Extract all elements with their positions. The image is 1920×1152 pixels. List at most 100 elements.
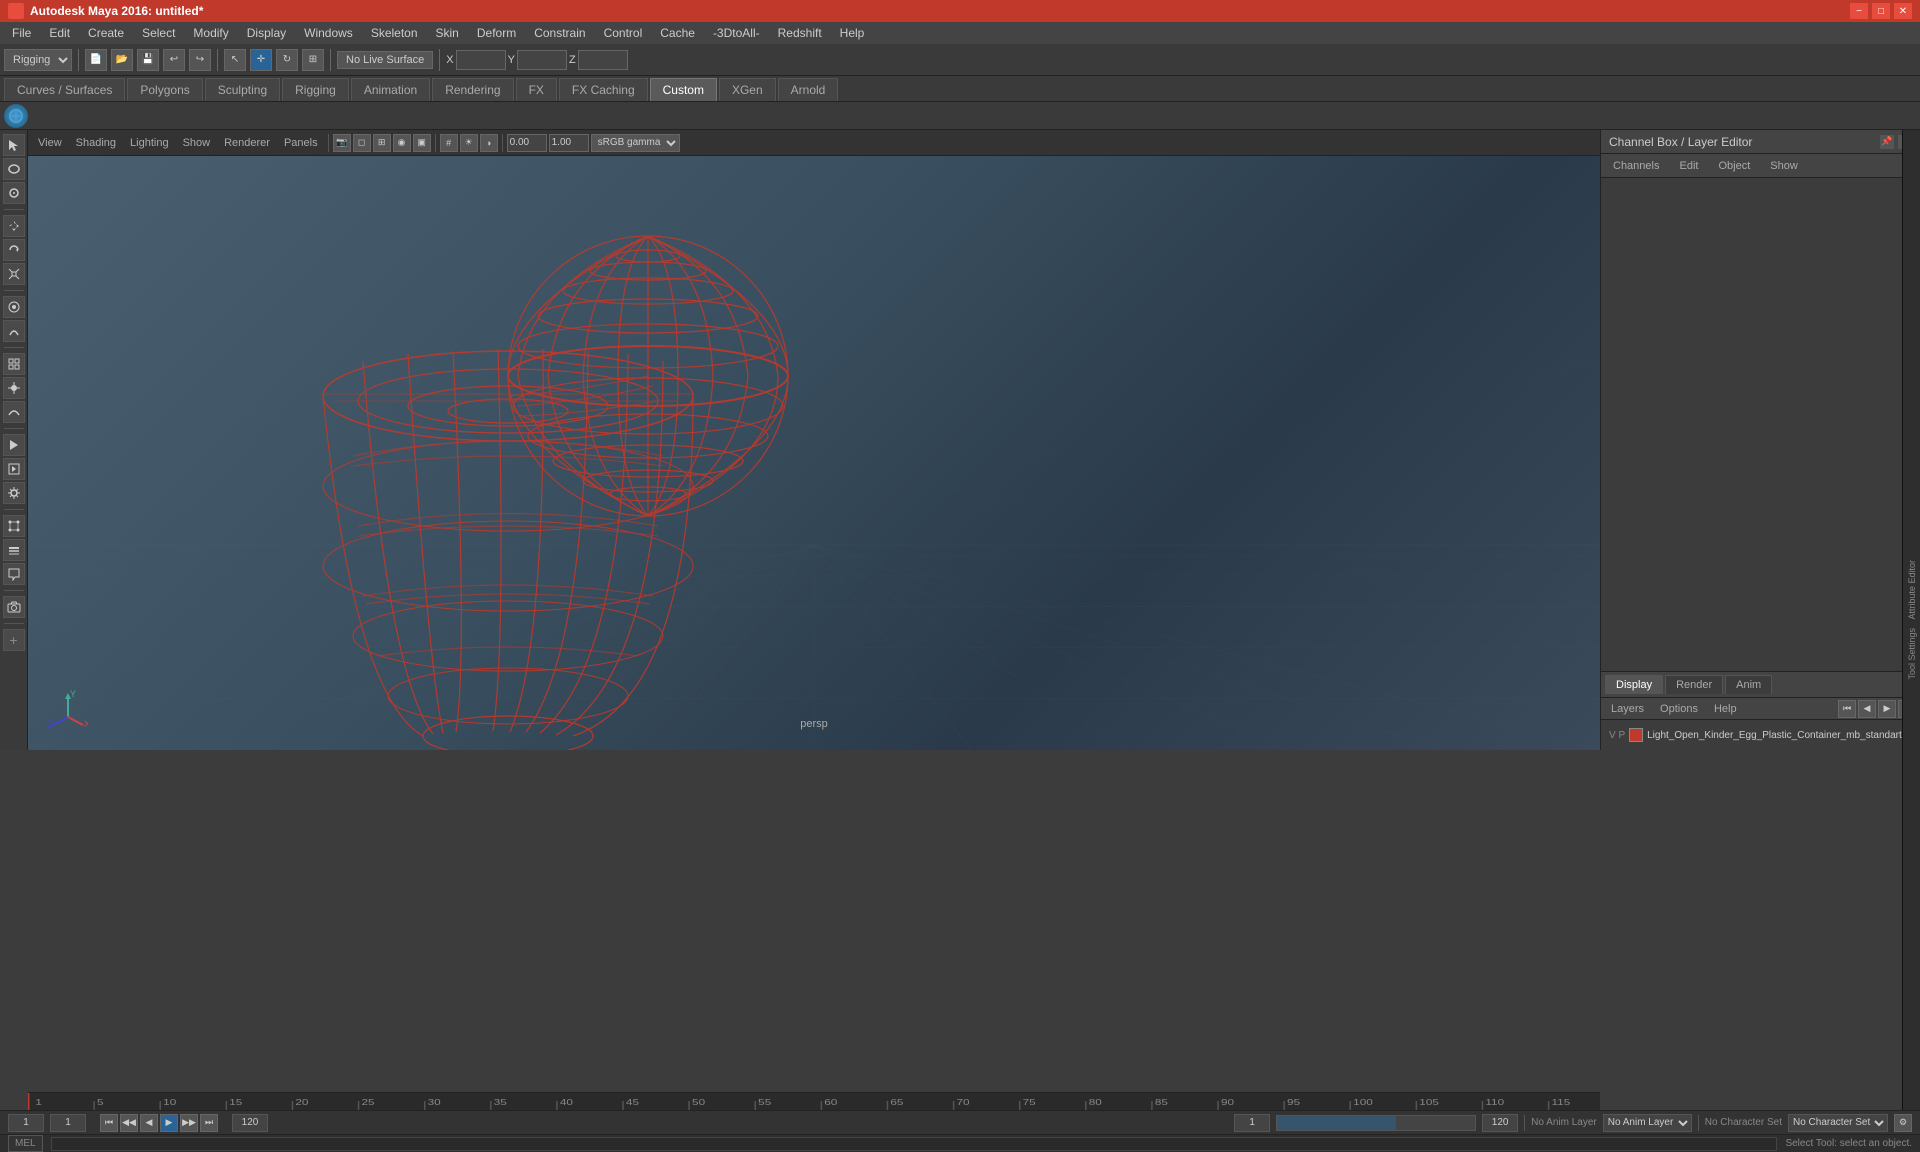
tab-rigging[interactable]: Rigging (282, 78, 349, 101)
menu-windows[interactable]: Windows (296, 24, 361, 42)
menu-deform[interactable]: Deform (469, 24, 524, 42)
x-input[interactable] (456, 50, 506, 70)
menu-help[interactable]: Help (832, 24, 873, 42)
select-tool[interactable]: ↖ (224, 49, 246, 71)
wireframe-btn[interactable]: ⊞ (373, 134, 391, 152)
menu-file[interactable]: File (4, 24, 39, 42)
tab-sculpting[interactable]: Sculpting (205, 78, 280, 101)
show-tab[interactable]: Show (1762, 158, 1806, 174)
soft-select-btn[interactable] (3, 296, 25, 318)
shadow-toggle-btn[interactable]: ◑ (480, 134, 498, 152)
layer-nav-prev[interactable]: ◀ (1858, 700, 1876, 718)
play-forward-button[interactable]: ▶ (160, 1114, 178, 1132)
minimize-button[interactable]: − (1850, 3, 1868, 19)
layer-nav-next[interactable]: ▶ (1878, 700, 1896, 718)
layer-menu-layers[interactable]: Layers (1605, 701, 1650, 717)
step-back-button[interactable]: ◀◀ (120, 1114, 138, 1132)
color-profile-select[interactable]: sRGB gamma (591, 134, 680, 152)
character-set-select[interactable]: No Character Set (1788, 1114, 1888, 1132)
current-frame-input[interactable]: 1 (50, 1114, 86, 1132)
go-to-start-button[interactable]: ⏮ (100, 1114, 118, 1132)
z-input[interactable] (578, 50, 628, 70)
scale-tool-btn[interactable] (3, 263, 25, 285)
render-settings-btn[interactable] (3, 482, 25, 504)
menu-skin[interactable]: Skin (428, 24, 467, 42)
tab-xgen[interactable]: XGen (719, 78, 776, 101)
menu-skeleton[interactable]: Skeleton (363, 24, 426, 42)
maximize-button[interactable]: □ (1872, 3, 1890, 19)
viewport-canvas[interactable]: persp Y X Z (28, 156, 1600, 750)
tab-fx[interactable]: FX (516, 78, 557, 101)
close-button[interactable]: ✕ (1894, 3, 1912, 19)
select-tool-btn[interactable] (3, 134, 25, 156)
exposure-input[interactable] (507, 134, 547, 152)
tool-settings-label[interactable]: Tool Settings (1905, 624, 1919, 684)
range-start-input[interactable] (1234, 1114, 1270, 1132)
annotation-btn[interactable] (3, 563, 25, 585)
menu-modify[interactable]: Modify (185, 24, 236, 42)
layer-menu-options[interactable]: Options (1654, 701, 1704, 717)
menu-cache[interactable]: Cache (652, 24, 703, 42)
snap-curve-btn[interactable] (3, 401, 25, 423)
layer-tab-anim[interactable]: Anim (1725, 675, 1772, 694)
timeline-range-slider[interactable] (1276, 1115, 1476, 1131)
redo-button[interactable]: ↪ (189, 49, 211, 71)
tab-fx-caching[interactable]: FX Caching (559, 78, 648, 101)
cb-pin-button[interactable]: 📌 (1880, 135, 1894, 149)
layer-menu-help[interactable]: Help (1708, 701, 1743, 717)
smooth-shade-btn[interactable]: ◉ (393, 134, 411, 152)
display-layers-btn[interactable] (3, 539, 25, 561)
grid-toggle-btn[interactable]: # (440, 134, 458, 152)
scale-tool[interactable]: ⊞ (302, 49, 324, 71)
timeline-ruler[interactable]: 1 5 10 15 20 25 30 35 40 45 50 55 60 65 … (28, 1092, 1600, 1110)
menu-select[interactable]: Select (134, 24, 183, 42)
viewport-panels-menu[interactable]: Panels (278, 135, 324, 151)
sculpt-btn[interactable] (3, 320, 25, 342)
snap-grid-btn[interactable] (3, 353, 25, 375)
rotate-tool-btn[interactable] (3, 239, 25, 261)
rotate-tool[interactable]: ↻ (276, 49, 298, 71)
menu-3dtall[interactable]: -3DtoAll- (705, 24, 768, 42)
viewport-shading-menu[interactable]: Shading (70, 135, 122, 151)
camera-btn[interactable] (3, 596, 25, 618)
render-btn[interactable] (3, 434, 25, 456)
menu-create[interactable]: Create (80, 24, 132, 42)
tab-arnold[interactable]: Arnold (778, 78, 839, 101)
new-scene-button[interactable]: 📄 (85, 49, 107, 71)
move-tool[interactable]: ✛ (250, 49, 272, 71)
channels-tab[interactable]: Channels (1605, 158, 1667, 174)
gamma-input[interactable] (549, 134, 589, 152)
anim-layer-select[interactable]: No Anim Layer (1603, 1114, 1692, 1132)
play-back-button[interactable]: ◀ (140, 1114, 158, 1132)
layer-tab-render[interactable]: Render (1665, 675, 1723, 694)
textured-btn[interactable]: ▣ (413, 134, 431, 152)
tab-animation[interactable]: Animation (351, 78, 430, 101)
lasso-tool-btn[interactable] (3, 158, 25, 180)
go-to-end-button[interactable]: ⏭ (200, 1114, 218, 1132)
snap-point-btn[interactable] (3, 377, 25, 399)
open-scene-button[interactable]: 📂 (111, 49, 133, 71)
edit-tab[interactable]: Edit (1671, 158, 1706, 174)
viewport-view-menu[interactable]: View (32, 135, 68, 151)
script-input[interactable] (51, 1137, 1778, 1151)
ipr-btn[interactable] (3, 458, 25, 480)
tab-curves-surfaces[interactable]: Curves / Surfaces (4, 78, 125, 101)
y-input[interactable] (517, 50, 567, 70)
tab-custom[interactable]: Custom (650, 78, 717, 101)
paint-select-btn[interactable] (3, 182, 25, 204)
char-set-settings-btn[interactable]: ⚙ (1894, 1114, 1912, 1132)
end-frame-display[interactable]: 120 (232, 1114, 268, 1132)
select-by-type-btn[interactable]: ◻ (353, 134, 371, 152)
layer-item[interactable]: V P Light_Open_Kinder_Egg_Plastic_Contai… (1605, 724, 1916, 746)
object-tab[interactable]: Object (1710, 158, 1758, 174)
move-tool-btn[interactable] (3, 215, 25, 237)
save-scene-button[interactable]: 💾 (137, 49, 159, 71)
menu-control[interactable]: Control (596, 24, 651, 42)
range-end-input[interactable] (1482, 1114, 1518, 1132)
no-live-surface-button[interactable]: No Live Surface (337, 51, 433, 69)
viewport-lighting-menu[interactable]: Lighting (124, 135, 175, 151)
viewport-show-menu[interactable]: Show (177, 135, 217, 151)
menu-display[interactable]: Display (239, 24, 294, 42)
attribute-editor-label[interactable]: Attribute Editor (1905, 556, 1919, 624)
step-forward-button[interactable]: ▶▶ (180, 1114, 198, 1132)
